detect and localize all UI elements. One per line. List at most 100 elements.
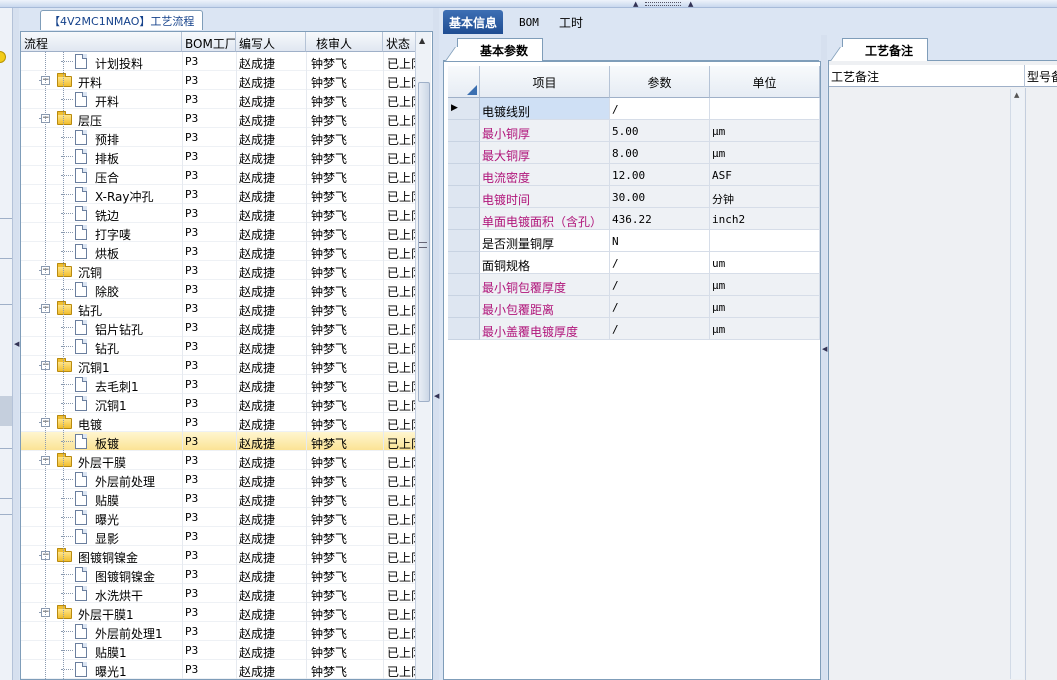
notes-scroll-up-icon[interactable]: ▲ [1014,91,1019,99]
tree-row[interactable]: 沉铜1 P3赵成捷钟梦飞已上冈 [21,394,418,413]
tree-row[interactable]: 水洗烘干 P3赵成捷钟梦飞已上冈 [21,584,418,603]
param-row[interactable]: 最小盖覆电镀厚度 / μm [448,318,820,340]
param-item-cell[interactable]: 是否测量铜厚 [480,230,610,252]
param-value-cell[interactable]: / [610,252,710,274]
middle-splitter[interactable]: ◀ [433,8,439,680]
param-item-cell[interactable]: 最小铜厚 [480,120,610,142]
col-header-writer[interactable]: 编写人 [236,32,306,52]
tree-row[interactable]: 铣边 P3赵成捷钟梦飞已上冈 [21,204,418,223]
collapse-up-left-icon[interactable]: ▲ [633,0,638,8]
param-unit-cell[interactable]: μm [710,296,820,318]
tree-row[interactable]: −层压P3赵成捷钟梦飞已上冈 [21,109,418,128]
param-unit-cell[interactable]: um [710,252,820,274]
tree-vertical-scrollbar[interactable]: ▲ [415,32,431,679]
param-unit-cell[interactable] [710,230,820,252]
tree-row[interactable]: 去毛刺1 P3赵成捷钟梦飞已上冈 [21,375,418,394]
param-value-cell[interactable]: 8.00 [610,142,710,164]
param-row[interactable]: 最小包覆距离 / μm [448,296,820,318]
col-header-flow[interactable]: 流程 [21,32,182,52]
tree-row[interactable]: 压合 P3赵成捷钟梦飞已上冈 [21,166,418,185]
tab-basic-info[interactable]: 基本信息 [443,10,504,34]
param-row[interactable]: 最小铜厚 5.00 μm [448,120,820,142]
row-header[interactable]: ▶ [448,98,480,120]
tree-row[interactable]: −外层干膜P3赵成捷钟梦飞已上冈 [21,451,418,470]
param-unit-cell[interactable]: ASF [710,164,820,186]
row-header[interactable] [448,186,480,208]
param-value-cell[interactable]: N [610,230,710,252]
col-header-item[interactable]: 项目 [480,66,610,98]
param-item-cell[interactable]: 最大铜厚 [480,142,610,164]
splitter-grip-icon[interactable] [645,2,681,6]
param-row[interactable]: 单面电镀面积（含孔） 436.22 inch2 [448,208,820,230]
tree-row[interactable]: 显影 P3赵成捷钟梦飞已上冈 [21,527,418,546]
row-header[interactable] [448,142,480,164]
param-item-cell[interactable]: 单面电镀面积（含孔） [480,208,610,230]
scroll-up-icon[interactable]: ▲ [419,36,425,45]
tree-row[interactable]: −开料P3赵成捷钟梦飞已上冈 [21,71,418,90]
row-header[interactable] [448,120,480,142]
left-splitter[interactable]: ◀ [13,8,19,680]
tab-bom[interactable]: BOM [513,10,545,34]
param-unit-cell[interactable]: 分钟 [710,186,820,208]
param-value-cell[interactable]: 436.22 [610,208,710,230]
param-value-cell[interactable]: / [610,318,710,340]
col-header-notes[interactable]: 工艺备注 [829,65,1025,87]
param-value-cell[interactable]: 5.00 [610,120,710,142]
tree-row[interactable]: 预排 P3赵成捷钟梦飞已上冈 [21,128,418,147]
param-item-cell[interactable]: 最小包覆距离 [480,296,610,318]
row-header[interactable] [448,230,480,252]
row-header[interactable] [448,252,480,274]
tree-row[interactable]: −钻孔P3赵成捷钟梦飞已上冈 [21,299,418,318]
param-item-cell[interactable]: 最小铜包覆厚度 [480,274,610,296]
tree-row[interactable]: 图镀铜镍金 P3赵成捷钟梦飞已上冈 [21,565,418,584]
param-unit-cell[interactable] [710,98,820,120]
col-header-unit[interactable]: 单位 [710,66,820,98]
tree-row[interactable]: 计划投料 P3赵成捷钟梦飞已上冈 [21,52,418,71]
param-item-cell[interactable]: 面铜规格 [480,252,610,274]
tree-row[interactable]: −外层干膜1P3赵成捷钟梦飞已上冈 [21,603,418,622]
process-panel-tab[interactable]: 【4V2MC1NMAO】工艺流程 [40,10,204,30]
param-value-cell[interactable]: / [610,296,710,318]
param-unit-cell[interactable]: μm [710,274,820,296]
row-header[interactable] [448,274,480,296]
tree-row[interactable]: 开料 P3赵成捷钟梦飞已上冈 [21,90,418,109]
param-item-cell[interactable]: 电流密度 [480,164,610,186]
col-header-status[interactable]: 状态 [383,32,418,52]
notes-grid[interactable]: 工艺备注 型号备 ▲ [828,61,1057,680]
param-unit-cell[interactable]: μm [710,318,820,340]
row-header[interactable] [448,296,480,318]
param-unit-cell[interactable]: μm [710,142,820,164]
tree-row[interactable]: 板镀 P3赵成捷钟梦飞已上冈 [21,432,418,451]
param-item-cell[interactable]: 电镀时间 [480,186,610,208]
tree-row[interactable]: −沉铜1P3赵成捷钟梦飞已上冈 [21,356,418,375]
notes-scrollbar[interactable]: ▲ [1010,89,1024,679]
param-value-cell[interactable]: / [610,274,710,296]
tree-row[interactable]: X-Ray冲孔 P3赵成捷钟梦飞已上冈 [21,185,418,204]
row-header[interactable] [448,208,480,230]
param-row[interactable]: ▶ 电镀线别 / [448,98,820,120]
param-row[interactable]: 最小铜包覆厚度 / μm [448,274,820,296]
collapse-up-right-icon[interactable]: ▲ [688,0,693,8]
tree-row[interactable]: 铝片钻孔 P3赵成捷钟梦飞已上冈 [21,318,418,337]
param-item-cell[interactable]: 电镀线别 [480,98,610,120]
tree-row[interactable]: 排板 P3赵成捷钟梦飞已上冈 [21,147,418,166]
param-item-cell[interactable]: 最小盖覆电镀厚度 [480,318,610,340]
col-header-value[interactable]: 参数 [610,66,710,98]
param-row[interactable]: 最大铜厚 8.00 μm [448,142,820,164]
tab-work-hours[interactable]: 工时 [553,10,589,34]
grid-corner[interactable] [448,66,480,98]
param-value-cell[interactable]: 30.00 [610,186,710,208]
tree-row[interactable]: 打字唛 P3赵成捷钟梦飞已上冈 [21,223,418,242]
tab-basic-params[interactable]: 基本参数 [457,38,544,62]
param-row[interactable]: 电镀时间 30.00 分钟 [448,186,820,208]
tree-row[interactable]: 外层前处理 P3赵成捷钟梦飞已上冈 [21,470,418,489]
param-value-cell[interactable]: / [610,98,710,120]
param-unit-cell[interactable]: inch2 [710,208,820,230]
tree-row[interactable]: 除胶 P3赵成捷钟梦飞已上冈 [21,280,418,299]
tree-row[interactable]: −图镀铜镍金P3赵成捷钟梦飞已上冈 [21,546,418,565]
tree-row[interactable]: 贴膜 P3赵成捷钟梦飞已上冈 [21,489,418,508]
right-splitter[interactable]: ◀ [821,35,827,680]
tree-row[interactable]: 钻孔 P3赵成捷钟梦飞已上冈 [21,337,418,356]
params-grid[interactable]: 项目 参数 单位 ▶ 电镀线别 / 最小铜厚 5.00 μm 最大铜厚 8.00 μm 电流密度 1… [443,61,821,680]
col-header-model[interactable]: 型号备 [1025,65,1057,87]
